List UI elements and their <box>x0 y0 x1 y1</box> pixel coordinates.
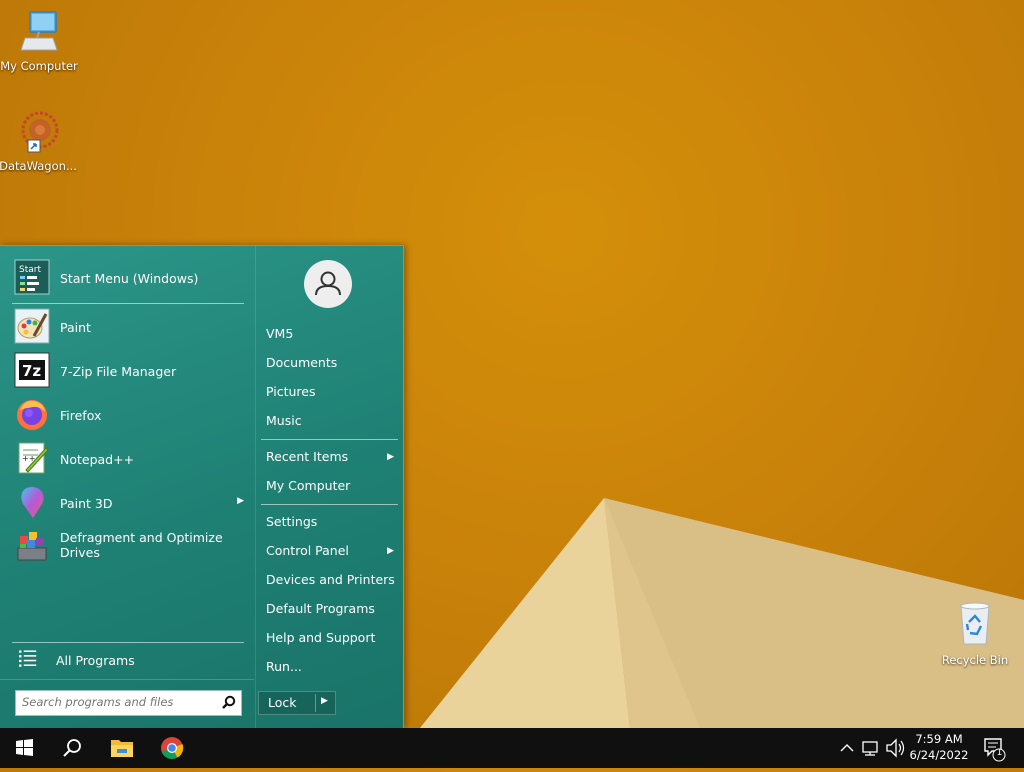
start-menu-item-label: Firefox <box>60 407 102 423</box>
link-default-programs[interactable]: Default Programs <box>266 598 398 620</box>
link-settings[interactable]: Settings <box>266 511 398 533</box>
start-menu-item-label: Paint <box>60 319 91 335</box>
svg-text:Start: Start <box>19 265 41 275</box>
all-programs-button[interactable]: All Programs <box>12 641 250 679</box>
link-label: Control Panel <box>266 543 349 558</box>
start-menu-search[interactable] <box>15 690 242 716</box>
separator <box>0 679 254 680</box>
start-menu-item-label: Start Menu (Windows) <box>60 270 199 286</box>
action-center-button[interactable]: 1 <box>980 728 1010 768</box>
shutdown-options-arrow-icon[interactable]: ▶ <box>321 696 328 706</box>
desktop-icon-datawagon[interactable]: DataWagon... <box>0 108 78 173</box>
search-input[interactable] <box>16 691 223 713</box>
lock-button[interactable]: Lock ▶ <box>258 691 336 715</box>
chrome-button[interactable] <box>148 728 196 768</box>
taskbar-clock[interactable]: 7:59 AM 6/24/2022 <box>904 731 974 763</box>
folder-icon <box>111 740 133 757</box>
link-label: Recent Items <box>266 449 349 464</box>
svg-text:7z: 7z <box>22 362 41 380</box>
start-menu-item-label-line1: Defragment and Optimize <box>60 530 223 545</box>
recycle-bin-icon <box>960 602 990 645</box>
submenu-arrow-icon: ▶ <box>237 496 244 506</box>
separator <box>315 694 316 712</box>
lock-button-label: Lock <box>268 695 297 710</box>
start-menu-item-firefox[interactable]: Firefox <box>12 395 250 435</box>
start-menu-item-label-line2: Drives <box>60 545 100 560</box>
all-programs-label: All Programs <box>56 652 135 668</box>
start-menu-item-paint-3d[interactable]: Paint 3D ▶ <box>12 483 250 523</box>
datawagon-icon <box>21 111 59 153</box>
start-menu-item-start-menu-windows[interactable]: Start Start Menu (Windows) <box>12 258 250 298</box>
windows-logo-icon <box>16 739 33 756</box>
firefox-icon <box>17 400 47 430</box>
search-icon <box>63 739 81 757</box>
start-menu-item-7zip[interactable]: 7z 7-Zip File Manager <box>12 351 250 391</box>
submenu-arrow-icon: ▶ <box>387 452 394 462</box>
link-user-folder[interactable]: VM5 <box>266 323 398 345</box>
user-avatar[interactable] <box>304 260 352 308</box>
start-menu-item-paint[interactable]: Paint <box>12 307 250 347</box>
search-button[interactable] <box>48 728 96 768</box>
file-explorer-button[interactable] <box>98 728 146 768</box>
start-menu-right-pane: VM5 Documents Pictures Music Recent Item… <box>255 246 404 728</box>
submenu-arrow-icon: ▶ <box>387 546 394 556</box>
link-my-computer[interactable]: My Computer <box>266 475 398 497</box>
start-menu-left-pane: Start Start Menu (Windows) Paint 7z 7-Zi… <box>0 246 254 728</box>
notification-icon <box>984 738 1006 762</box>
link-documents[interactable]: Documents <box>266 352 398 374</box>
defragment-icon <box>17 532 47 561</box>
link-help-support[interactable]: Help and Support <box>266 627 398 649</box>
clock-time: 7:59 AM <box>915 732 963 746</box>
link-music[interactable]: Music <box>266 410 398 432</box>
desktop-icon-label: Recycle Bin <box>941 653 1009 667</box>
taskbar: 7:59 AM 6/24/2022 1 <box>0 728 1024 768</box>
chrome-icon <box>161 737 184 760</box>
notepad-plus-plus-icon: ++ <box>18 442 49 474</box>
link-pictures[interactable]: Pictures <box>266 381 398 403</box>
separator <box>261 504 398 505</box>
computer-icon <box>20 11 58 51</box>
link-devices-printers[interactable]: Devices and Printers <box>266 569 398 591</box>
list-icon <box>19 650 37 667</box>
paint-icon <box>14 308 50 344</box>
start-menu-settings-icon: Start <box>14 259 50 295</box>
desktop-icon-my-computer[interactable]: My Computer <box>0 8 79 73</box>
7zip-icon: 7z <box>14 352 50 388</box>
start-menu-item-label: Notepad++ <box>60 451 135 467</box>
link-control-panel[interactable]: Control Panel ▶ <box>266 540 398 562</box>
link-recent-items[interactable]: Recent Items ▶ <box>266 446 398 468</box>
separator <box>261 439 398 440</box>
search-icon[interactable] <box>222 695 236 709</box>
volume-icon[interactable] <box>884 728 906 768</box>
start-menu-item-label: 7-Zip File Manager <box>60 363 177 379</box>
start-menu: Start Start Menu (Windows) Paint 7z 7-Zi… <box>0 245 404 728</box>
separator <box>12 303 244 304</box>
paint-3d-icon <box>21 487 44 518</box>
desktop-icon-recycle-bin[interactable]: Recycle Bin <box>935 600 1015 667</box>
desktop-icon-label: DataWagon... <box>0 159 77 173</box>
start-menu-item-defragment[interactable]: Defragment and Optimize Drives <box>12 527 250 567</box>
desktop-icon-label: My Computer <box>0 59 78 73</box>
start-menu-item-label: Defragment and Optimize Drives <box>60 530 223 560</box>
start-menu-item-notepad-plus-plus[interactable]: ++ Notepad++ <box>12 439 250 479</box>
notification-count-badge: 1 <box>996 748 1003 758</box>
clock-date: 6/24/2022 <box>909 748 969 762</box>
show-hidden-icons-chevron-icon[interactable] <box>838 728 856 768</box>
user-icon <box>315 271 341 296</box>
network-icon[interactable] <box>860 728 882 768</box>
link-run[interactable]: Run... <box>266 656 398 678</box>
start-button[interactable] <box>0 728 48 768</box>
start-menu-item-label: Paint 3D <box>60 495 113 511</box>
